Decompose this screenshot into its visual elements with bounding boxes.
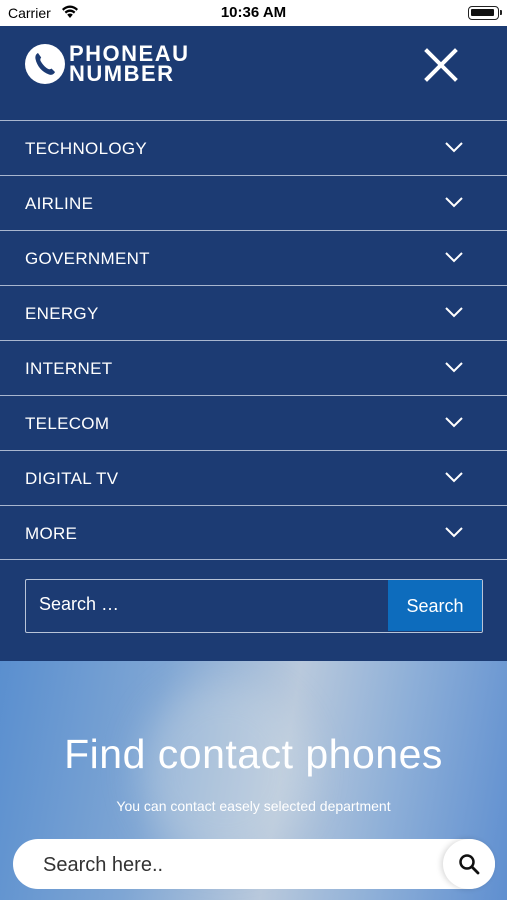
hero-banner: Find contact phones You can contact ease…: [0, 661, 507, 900]
menu-item-label: AIRLINE: [25, 194, 94, 213]
battery-icon: [468, 6, 502, 20]
search-icon: [459, 854, 480, 875]
hero-search-button[interactable]: [443, 839, 495, 889]
menu-item-internet[interactable]: INTERNET: [0, 340, 507, 395]
chevron-down-icon[interactable]: [444, 470, 464, 484]
menu-item-telecom[interactable]: TELECOM: [0, 395, 507, 450]
menu-item-label: MORE: [25, 524, 78, 543]
status-bar: Carrier 10:36 AM: [0, 0, 507, 26]
brand-line-2: NUMBER: [69, 61, 175, 86]
menu-item-label: TELECOM: [25, 414, 110, 433]
hero-search-bar: Search here..: [13, 839, 495, 889]
menu-item-label: DIGITAL TV: [25, 469, 119, 488]
chevron-down-icon[interactable]: [444, 195, 464, 209]
search-input[interactable]: Search …: [39, 580, 119, 628]
menu-item-energy[interactable]: ENERGY: [0, 285, 507, 340]
chevron-down-icon[interactable]: [444, 415, 464, 429]
menu-item-more[interactable]: MORE: [0, 505, 507, 560]
site-header: PHONEAU NUMBER: [0, 26, 507, 120]
hero-search-input[interactable]: Search here..: [43, 839, 163, 891]
menu-item-label: TECHNOLOGY: [25, 139, 148, 158]
search-button[interactable]: Search: [388, 580, 482, 631]
menu-item-label: INTERNET: [25, 359, 113, 378]
chevron-down-icon[interactable]: [444, 525, 464, 539]
menu-item-label: ENERGY: [25, 304, 99, 323]
menu-item-technology[interactable]: TECHNOLOGY: [0, 120, 507, 175]
brand-name: PHONEAU NUMBER: [69, 43, 190, 86]
chevron-down-icon[interactable]: [444, 360, 464, 374]
close-button[interactable]: [424, 48, 458, 82]
menu-item-label: GOVERNMENT: [25, 249, 150, 268]
chevron-down-icon[interactable]: [444, 250, 464, 264]
phone-icon: [25, 44, 65, 84]
site-search-form: Search … Search: [25, 579, 483, 633]
hero-subtitle: You can contact easely selected departme…: [116, 798, 391, 814]
close-icon: [424, 48, 458, 82]
nav-menu: TECHNOLOGY AIRLINE GOVERNMENT ENERGY INT…: [0, 120, 507, 560]
logo[interactable]: PHONEAU NUMBER: [25, 43, 190, 86]
chevron-down-icon[interactable]: [444, 140, 464, 154]
menu-item-government[interactable]: GOVERNMENT: [0, 230, 507, 285]
chevron-down-icon[interactable]: [444, 305, 464, 319]
menu-item-airline[interactable]: AIRLINE: [0, 175, 507, 230]
clock: 10:36 AM: [220, 4, 287, 21]
hero-title: Find contact phones: [64, 731, 443, 777]
menu-item-digital-tv[interactable]: DIGITAL TV: [0, 450, 507, 505]
